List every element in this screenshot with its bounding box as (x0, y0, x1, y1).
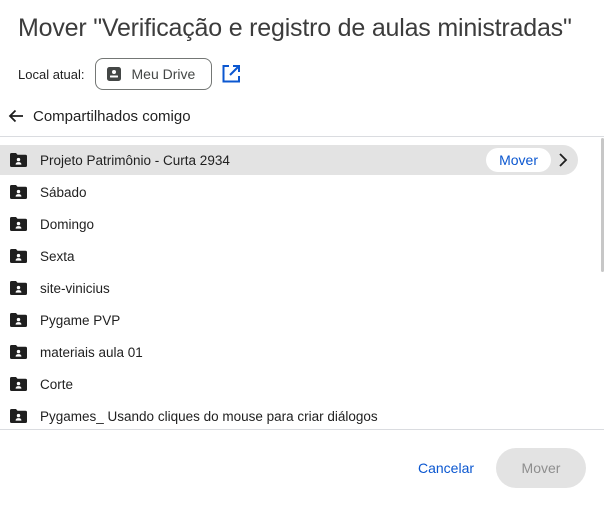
shared-folder-icon (10, 185, 27, 199)
drive-icon (106, 66, 122, 82)
folder-item[interactable]: Projeto Patrimônio - Curta 2934 Mover (0, 145, 578, 175)
shared-folder-icon (10, 345, 27, 359)
arrow-back-icon[interactable] (6, 106, 26, 126)
folder-item[interactable]: Corte (0, 369, 578, 399)
divider (0, 136, 604, 137)
folder-name: Corte (40, 376, 74, 392)
folder-name: Sábado (40, 184, 87, 200)
shared-folder-icon (10, 217, 27, 231)
move-button[interactable]: Mover (496, 448, 586, 488)
open-in-new-icon[interactable] (220, 63, 242, 85)
folder-name: materiais aula 01 (40, 344, 143, 360)
move-here-button[interactable]: Mover (486, 148, 551, 172)
dialog-title: Mover "Verificação e registro de aulas m… (18, 14, 572, 42)
folder-item[interactable]: Domingo (0, 209, 578, 239)
folder-item[interactable]: Pygames_ Usando cliques do mouse para cr… (0, 401, 578, 429)
folder-name: Projeto Patrimônio - Curta 2934 (40, 152, 230, 168)
folder-item[interactable]: Sexta (0, 241, 578, 271)
location-chip[interactable]: Meu Drive (94, 58, 213, 90)
folder-item[interactable]: Sábado (0, 177, 578, 207)
shared-folder-icon (10, 313, 27, 327)
current-location: Local atual: Meu Drive (18, 58, 242, 90)
folder-name: Domingo (40, 216, 95, 232)
location-label: Local atual: (18, 66, 85, 82)
shared-folder-icon (10, 409, 27, 423)
location-name: Meu Drive (131, 66, 196, 82)
shared-folder-icon (10, 249, 27, 263)
folder-item[interactable]: Pygame PVP (0, 305, 578, 335)
folder-item[interactable]: materiais aula 01 (0, 337, 578, 367)
folder-name: Sexta (40, 248, 75, 264)
cancel-button[interactable]: Cancelar (408, 448, 484, 488)
folder-name: site-vinicius (40, 280, 110, 296)
folder-name: Pygames_ Usando cliques do mouse para cr… (40, 408, 378, 424)
divider (0, 429, 604, 430)
dialog-footer: Cancelar Mover (0, 448, 604, 488)
shared-folder-icon (10, 153, 27, 167)
current-folder-name: Compartilhados comigo (33, 107, 191, 125)
folder-name: Pygame PVP (40, 312, 121, 328)
chevron-right-icon[interactable] (556, 152, 570, 168)
folder-item[interactable]: site-vinicius (0, 273, 578, 303)
folder-list[interactable]: Projeto Patrimônio - Curta 2934 Mover Sába… (0, 145, 604, 429)
back-navigation: Compartilhados comigo (6, 104, 191, 128)
shared-folder-icon (10, 281, 27, 295)
shared-folder-icon (10, 377, 27, 391)
